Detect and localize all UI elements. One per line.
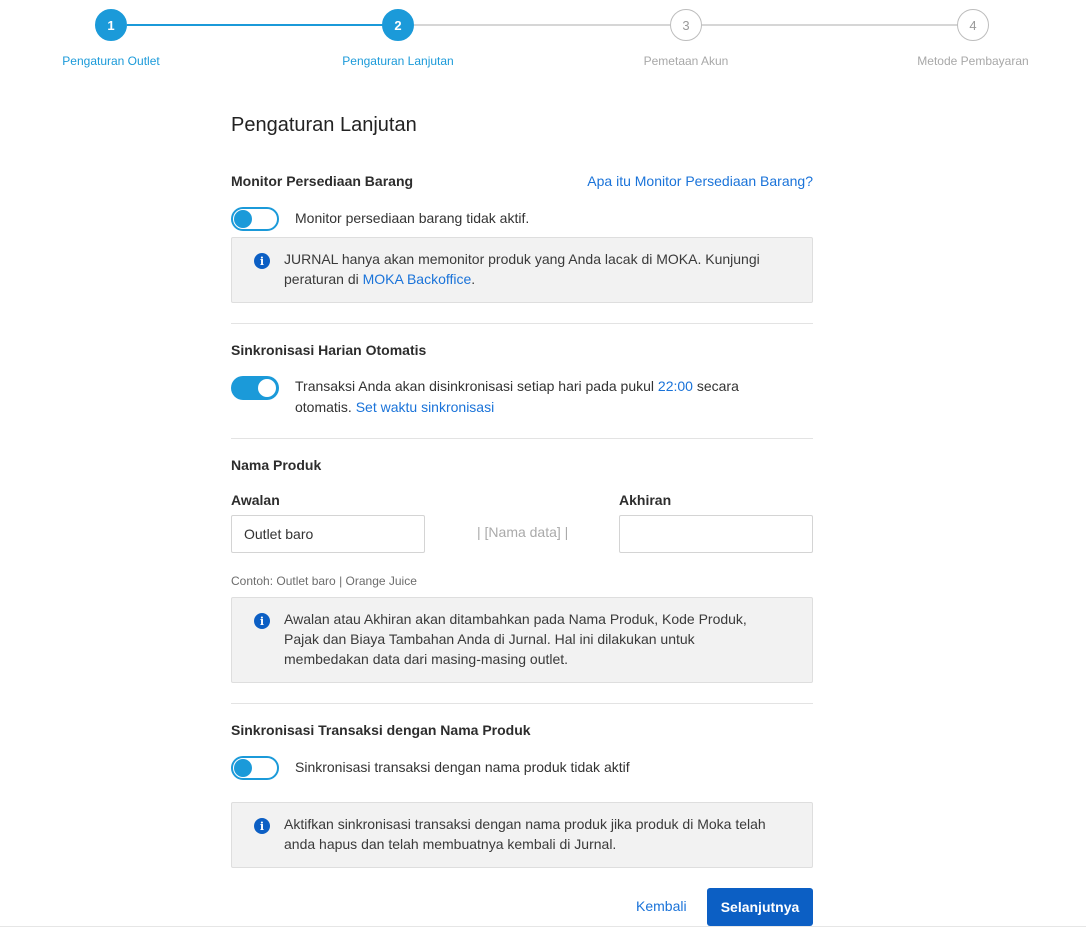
step-connector-pending [702,24,958,26]
step-1-indicator[interactable]: 1 [95,9,127,41]
step-4-indicator: 4 [957,9,989,41]
toggle-knob [234,210,252,228]
prefix-label: Awalan [231,492,280,508]
set-sync-time-link[interactable]: Set waktu sinkronisasi [356,399,495,415]
product-sync-info-box: i Aktifkan sinkronisasi transaksi dengan… [231,802,813,868]
section-divider [231,438,813,439]
daily-sync-title: Sinkronisasi Harian Otomatis [231,342,427,358]
toggle-knob [258,379,276,397]
step-2-label[interactable]: Pengaturan Lanjutan [342,54,453,68]
inventory-info-text: JURNAL hanya akan memonitor produk yang … [284,249,782,289]
moka-backoffice-link[interactable]: MOKA Backoffice [363,271,472,287]
section-divider [231,703,813,704]
daily-sync-text-before: Transaksi Anda akan disinkronisasi setia… [295,378,658,394]
product-sync-title: Sinkronisasi Transaksi dengan Nama Produ… [231,722,531,738]
step-1-label[interactable]: Pengaturan Outlet [62,54,159,68]
step-connector-completed [127,24,383,26]
product-name-placeholder-hint: | [Nama data] | [477,524,569,540]
step-4-label: Metode Pembayaran [917,54,1029,68]
product-sync-status: Sinkronisasi transaksi dengan nama produ… [295,759,630,775]
step-3-label: Pemetaan Akun [643,54,729,68]
inventory-monitor-status: Monitor persediaan barang tidak aktif. [295,210,530,226]
step-2-indicator[interactable]: 2 [382,9,414,41]
step-3-indicator: 3 [670,9,702,41]
daily-sync-toggle[interactable] [231,376,279,400]
info-icon: i [254,253,270,269]
inventory-monitor-toggle[interactable] [231,207,279,231]
toggle-knob [234,759,252,777]
inventory-info-box: i JURNAL hanya akan memonitor produk yan… [231,237,813,303]
product-name-title: Nama Produk [231,457,322,473]
section-divider [231,323,813,324]
info-icon: i [254,818,270,834]
page-title: Pengaturan Lanjutan [231,114,417,136]
product-sync-info-text: Aktifkan sinkronisasi transaksi dengan n… [284,816,766,852]
product-name-info-text: Awalan atau Akhiran akan ditambahkan pad… [284,611,747,667]
product-sync-toggle[interactable] [231,756,279,780]
inventory-info-suffix: . [471,271,476,287]
daily-sync-description: Transaksi Anda akan disinkronisasi setia… [295,376,795,418]
step-connector-pending [414,24,670,26]
info-icon: i [254,613,270,629]
suffix-label: Akhiran [619,492,672,508]
inventory-monitor-title: Monitor Persediaan Barang [231,173,414,189]
product-name-example: Contoh: Outlet baro | Orange Juice [231,574,417,588]
suffix-input[interactable] [619,515,813,553]
sync-time-value[interactable]: 22:00 [658,378,693,394]
inventory-info-body: JURNAL hanya akan memonitor produk yang … [284,251,760,287]
inventory-help-link[interactable]: Apa itu Monitor Persediaan Barang? [587,173,813,189]
next-button[interactable]: Selanjutnya [707,888,813,926]
footer-divider [0,926,1086,927]
back-button[interactable]: Kembali [636,898,687,914]
prefix-input[interactable] [231,515,425,553]
progress-stepper: 1 2 3 4 Pengaturan Outlet Pengaturan Lan… [0,0,1086,80]
product-name-info-box: i Awalan atau Akhiran akan ditambahkan p… [231,597,813,683]
